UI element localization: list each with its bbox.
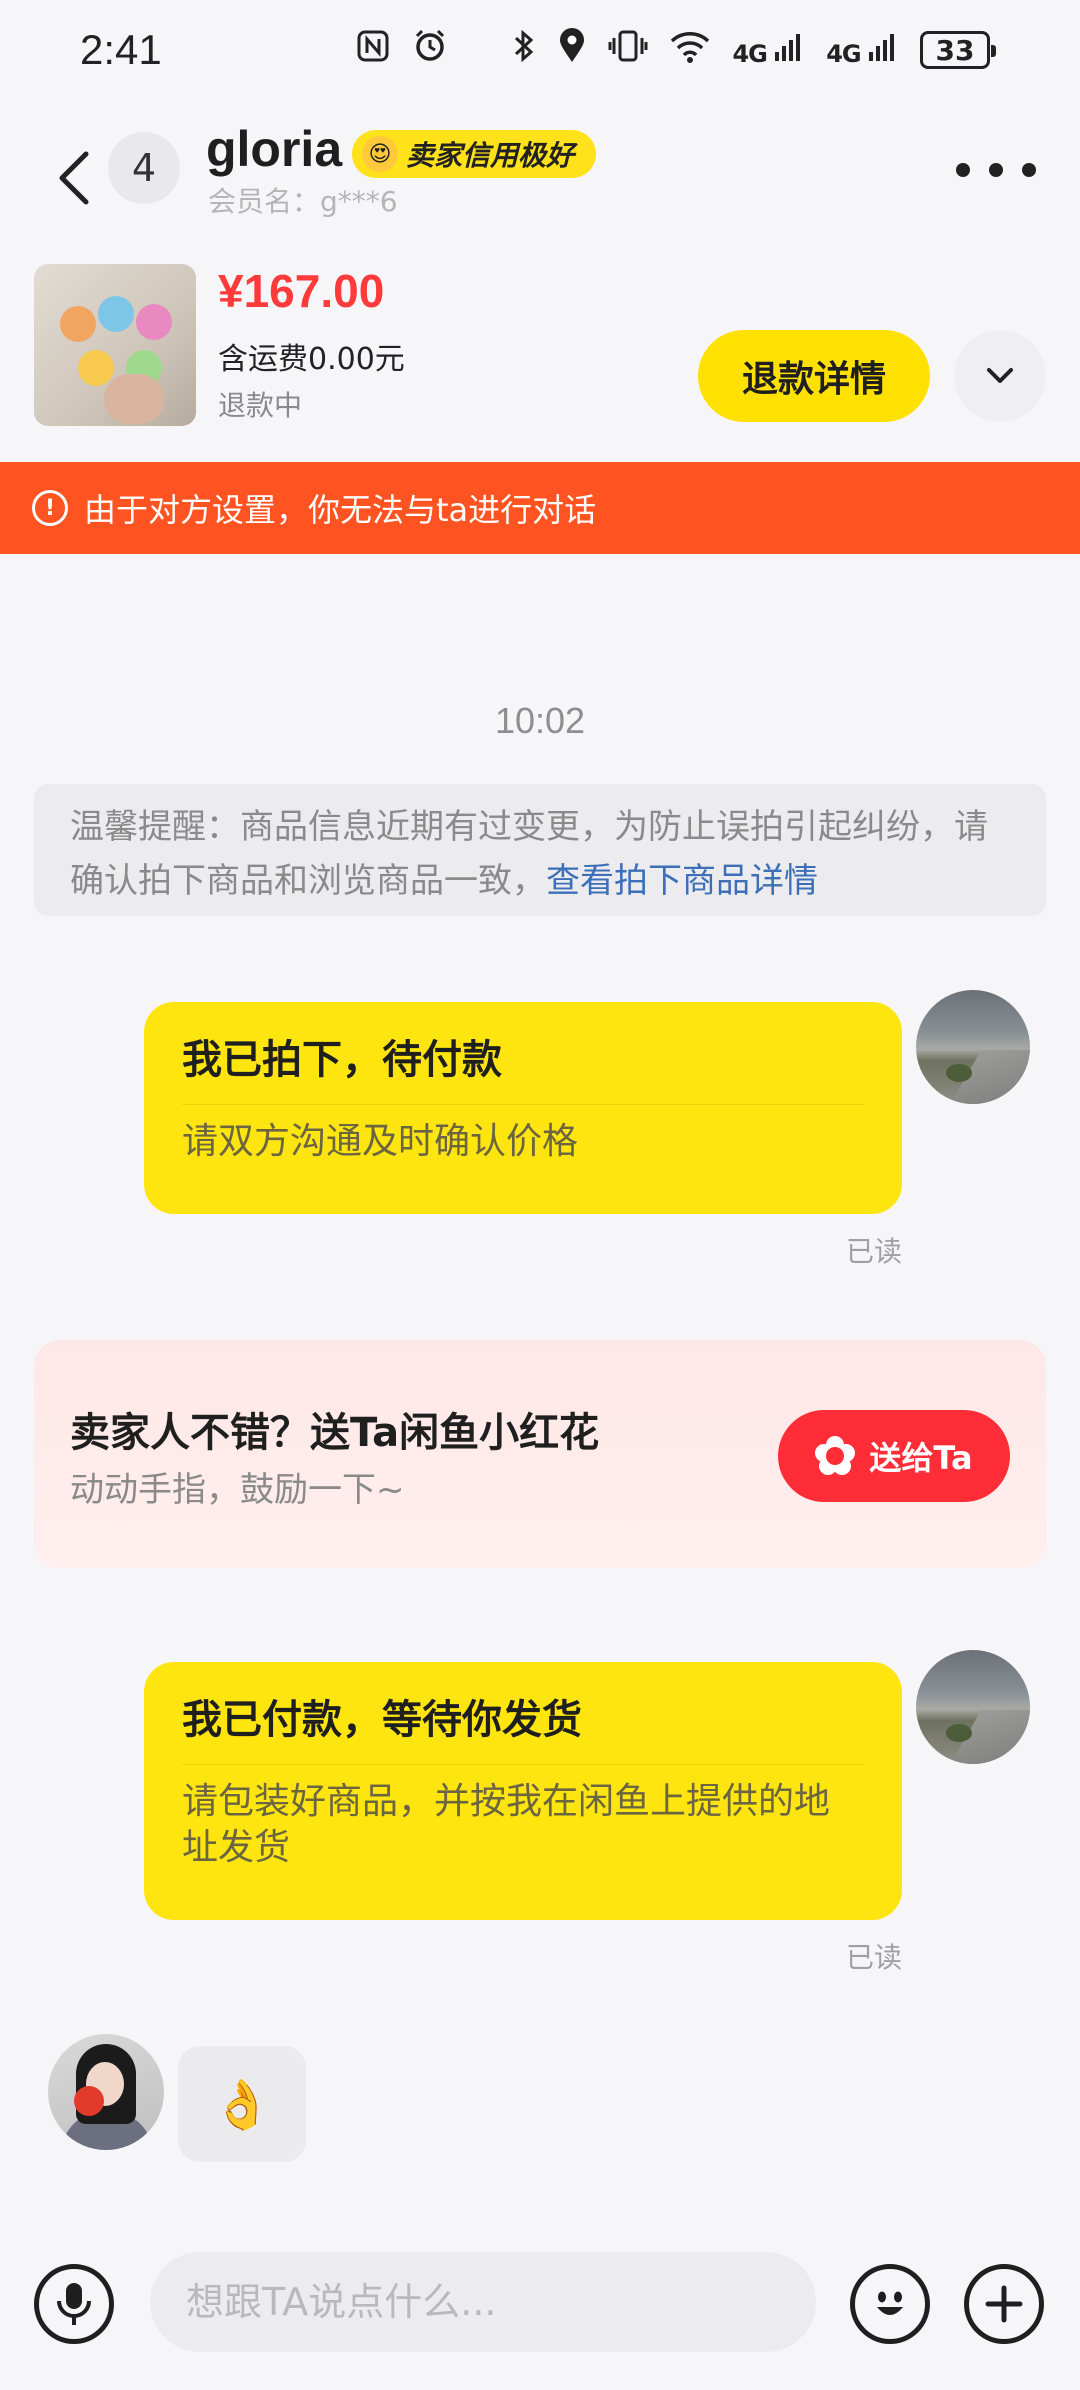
- my-avatar[interactable]: [916, 990, 1030, 1104]
- flower-card-title: 卖家人不错？送Ta闲鱼小红花: [70, 1410, 600, 1456]
- signal-label-1: 4G: [732, 40, 767, 68]
- cell-signal-2: 4G: [826, 32, 898, 68]
- alert-icon: !: [32, 490, 68, 526]
- more-actions-button[interactable]: [964, 2264, 1044, 2344]
- input-bar: [0, 2230, 1080, 2390]
- user-name[interactable]: gloria: [206, 120, 342, 178]
- microphone-icon: [57, 2283, 91, 2325]
- read-status: 已读: [845, 1235, 902, 1268]
- message-divider: [182, 1104, 864, 1105]
- chat-header: 4 gloria 😍 卖家信用极好 会员名：g***6: [0, 110, 1080, 240]
- message-divider: [182, 1764, 864, 1765]
- seller-avatar[interactable]: [48, 2034, 164, 2150]
- order-message-card[interactable]: 我已拍下，待付款 请双方沟通及时确认价格: [144, 1002, 902, 1214]
- plus-icon: [985, 2285, 1023, 2323]
- heart-eyes-icon: 😍: [362, 136, 398, 172]
- message-input[interactable]: [150, 2252, 816, 2352]
- message-subtitle: 请包装好商品，并按我在闲鱼上提供的地址发货: [182, 1781, 831, 1868]
- system-notice: 温馨提醒：商品信息近期有过变更，为防止误拍引起纠纷，请确认拍下商品和浏览商品一致…: [34, 784, 1046, 916]
- warning-banner: ! 由于对方设置，你无法与ta进行对话: [0, 462, 1080, 554]
- nfc-icon: [356, 29, 390, 72]
- member-name: 会员名：g***6: [208, 185, 398, 218]
- refund-details-button[interactable]: 退款详情: [698, 330, 930, 422]
- order-status: 退款中: [218, 389, 303, 422]
- chat-screen: 2:41 4G 4G 33 4 gloria 😍 卖家信用极好 会员名：g***…: [0, 0, 1080, 2390]
- more-options-icon[interactable]: [956, 150, 1036, 190]
- my-avatar[interactable]: [916, 1650, 1030, 1764]
- message-title: 我已付款，等待你发货: [182, 1697, 582, 1743]
- product-price: ¥167.00: [218, 265, 385, 317]
- status-time: 2:41: [80, 26, 162, 73]
- chevron-left-icon: [59, 151, 89, 205]
- battery-level: 33: [935, 33, 975, 67]
- location-icon: [558, 27, 586, 73]
- cell-signal-1: 4G: [732, 32, 804, 68]
- status-icons: 4G 4G 33: [356, 27, 996, 73]
- emoji-button[interactable]: [850, 2264, 930, 2344]
- chat-timestamp: 10:02: [494, 700, 586, 741]
- back-button[interactable]: [44, 138, 104, 218]
- notice-text: 温馨提醒：商品信息近期有过变更，为防止误拍引起纠纷，请确认拍下商品和浏览商品一致…: [70, 807, 988, 901]
- vibrate-icon: [608, 28, 648, 73]
- credit-badge[interactable]: 😍 卖家信用极好: [352, 130, 597, 178]
- smiley-icon: [877, 2291, 903, 2315]
- warning-text: 由于对方设置，你无法与ta进行对话: [84, 491, 597, 529]
- bluetooth-icon: [512, 28, 536, 73]
- send-flower-label: 送给Ta: [869, 1439, 973, 1477]
- expand-button[interactable]: [954, 330, 1046, 422]
- read-status: 已读: [845, 1941, 902, 1974]
- signal-label-2: 4G: [826, 40, 861, 68]
- product-thumbnail[interactable]: [34, 264, 196, 426]
- payment-message-card[interactable]: 我已付款，等待你发货 请包装好商品，并按我在闲鱼上提供的地址发货: [144, 1662, 902, 1920]
- status-bar: 2:41 4G 4G 33: [0, 0, 1080, 100]
- flower-reward-card: 卖家人不错？送Ta闲鱼小红花 动动手指，鼓励一下~ 送给Ta: [34, 1340, 1046, 1568]
- unread-count-badge: 4: [108, 132, 180, 204]
- message-title: 我已拍下，待付款: [182, 1037, 502, 1083]
- message-subtitle: 请双方沟通及时确认价格: [182, 1121, 579, 1162]
- product-shipping: 含运费0.00元: [218, 342, 405, 377]
- battery-icon: 33: [920, 31, 996, 69]
- send-flower-button[interactable]: 送给Ta: [778, 1410, 1010, 1502]
- chevron-down-icon: [987, 368, 1013, 383]
- credit-badge-label: 卖家信用极好: [406, 139, 575, 172]
- view-order-details-link[interactable]: 查看拍下商品详情: [546, 861, 818, 901]
- flower-icon: [815, 1436, 856, 1476]
- product-bar: ¥167.00 含运费0.00元 退款中 退款详情: [0, 256, 1080, 446]
- wifi-icon: [670, 29, 710, 72]
- alarm-icon: [412, 28, 448, 73]
- reply-message-bubble[interactable]: 👌: [178, 2046, 306, 2162]
- flower-card-subtitle: 动动手指，鼓励一下~: [70, 1470, 405, 1510]
- voice-input-button[interactable]: [34, 2264, 114, 2344]
